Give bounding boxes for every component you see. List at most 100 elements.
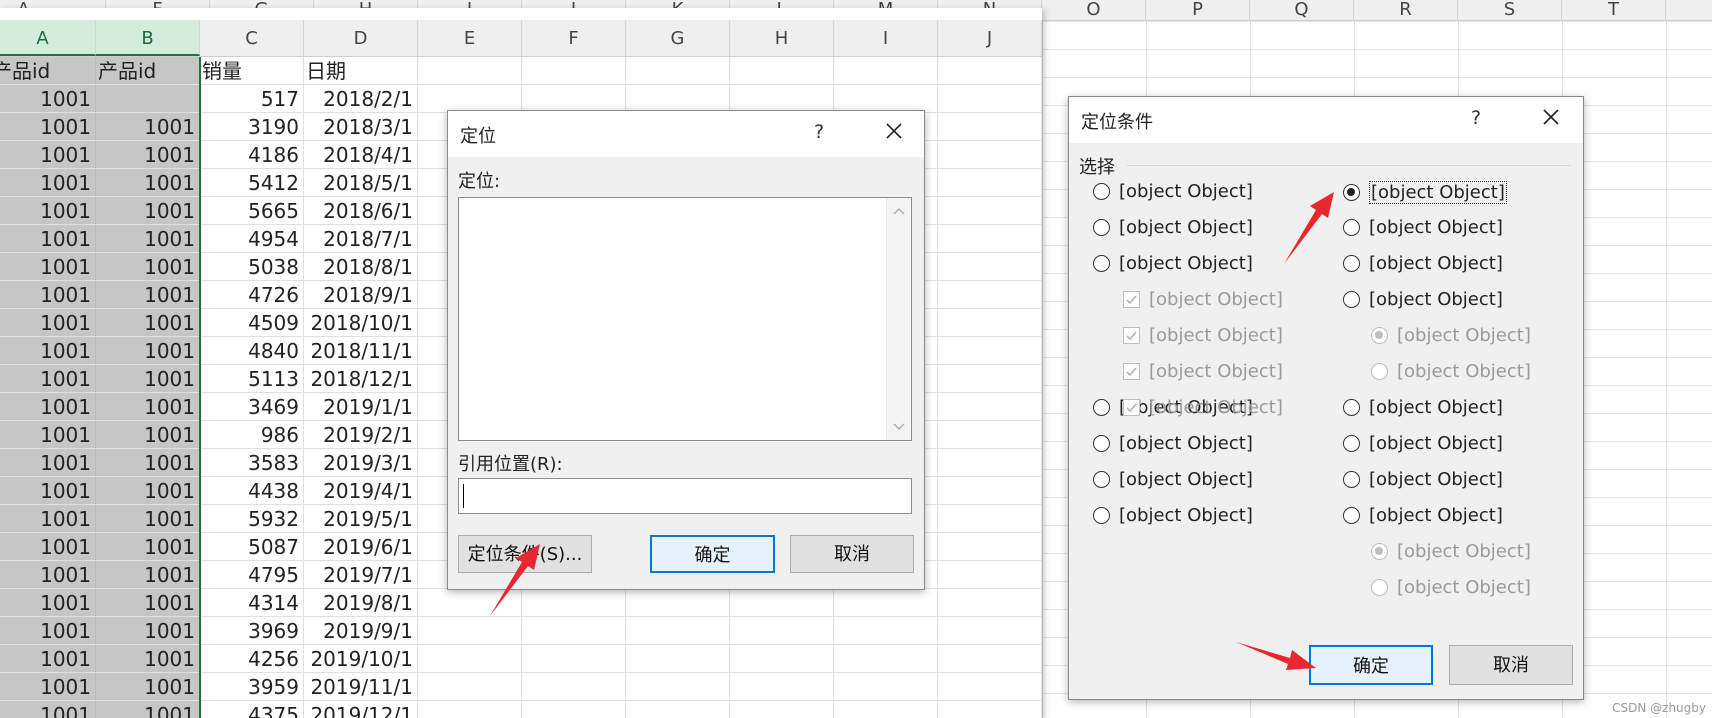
cell[interactable] xyxy=(938,533,1042,560)
cell[interactable] xyxy=(730,617,834,644)
cell[interactable] xyxy=(938,617,1042,644)
cell[interactable] xyxy=(938,85,1042,112)
close-icon[interactable] xyxy=(1537,103,1565,131)
column-header-d[interactable]: D xyxy=(304,20,418,56)
cell[interactable] xyxy=(626,589,730,616)
cell[interactable] xyxy=(938,673,1042,700)
radio-option[interactable]: [object Object] xyxy=(1343,217,1503,238)
cell-d[interactable]: 2018/3/1 xyxy=(304,113,418,140)
cell[interactable] xyxy=(938,281,1042,308)
cell-c[interactable]: 5932 xyxy=(200,505,304,532)
radio-option[interactable]: [object Object] xyxy=(1093,253,1253,274)
column-header-j[interactable]: J xyxy=(938,20,1042,56)
cell-b[interactable]: 1001 xyxy=(96,589,200,616)
cell[interactable] xyxy=(626,673,730,700)
cell-d[interactable]: 2019/10/1 xyxy=(304,645,418,672)
radio-icon[interactable] xyxy=(1093,507,1110,524)
radio-option[interactable]: [object Object] xyxy=(1093,217,1253,238)
cell[interactable] xyxy=(834,645,938,672)
column-header-o[interactable]: O xyxy=(1042,0,1146,20)
cell-d[interactable]: 2018/7/1 xyxy=(304,225,418,252)
cell[interactable] xyxy=(938,645,1042,672)
cell-a[interactable]: 1001 xyxy=(0,337,96,364)
cell-c[interactable]: 3959 xyxy=(200,673,304,700)
cell[interactable] xyxy=(626,85,730,112)
radio-option[interactable]: [object Object] xyxy=(1343,181,1507,204)
cell[interactable] xyxy=(938,505,1042,532)
cell[interactable] xyxy=(730,589,834,616)
radio-icon[interactable] xyxy=(1371,363,1388,380)
cell-d[interactable]: 2018/12/1 xyxy=(304,365,418,392)
cell[interactable] xyxy=(418,85,522,112)
radio-option[interactable]: [object Object] xyxy=(1093,433,1253,454)
cell-a[interactable]: 1001 xyxy=(0,477,96,504)
checkbox-icon[interactable] xyxy=(1123,327,1140,344)
radio-icon[interactable] xyxy=(1093,471,1110,488)
radio-icon[interactable] xyxy=(1093,255,1110,272)
cell[interactable] xyxy=(522,701,626,718)
cell-a[interactable]: 1001 xyxy=(0,393,96,420)
column-header-b[interactable]: B xyxy=(96,20,200,56)
checkbox-option[interactable]: [object Object] xyxy=(1123,361,1283,382)
cell-b[interactable]: 1001 xyxy=(96,281,200,308)
cell-c[interactable]: 4840 xyxy=(200,337,304,364)
cell-c[interactable]: 5113 xyxy=(200,365,304,392)
column-header-c[interactable]: C xyxy=(200,20,304,56)
cell-d[interactable]: 2019/4/1 xyxy=(304,477,418,504)
cell[interactable] xyxy=(418,57,522,84)
cell-c[interactable]: 4438 xyxy=(200,477,304,504)
cell-b[interactable]: 1001 xyxy=(96,113,200,140)
column-header-i[interactable]: I xyxy=(834,20,938,56)
cancel-button[interactable]: 取消 xyxy=(790,535,914,573)
cell-c[interactable]: 517 xyxy=(200,85,304,112)
cell-c[interactable]: 4509 xyxy=(200,309,304,336)
checkbox-option[interactable]: [object Object] xyxy=(1123,289,1283,310)
radio-icon[interactable] xyxy=(1343,471,1360,488)
cell-a[interactable]: 1001 xyxy=(0,85,96,112)
cell[interactable] xyxy=(730,673,834,700)
cell-b[interactable]: 1001 xyxy=(96,337,200,364)
cell[interactable] xyxy=(938,169,1042,196)
checkbox-icon[interactable] xyxy=(1123,291,1140,308)
cell-b[interactable]: 1001 xyxy=(96,561,200,588)
cell-b[interactable] xyxy=(96,85,200,112)
column-header-f[interactable]: F xyxy=(522,20,626,56)
cell-b[interactable]: 1001 xyxy=(96,673,200,700)
radio-icon[interactable] xyxy=(1343,255,1360,272)
cell-c[interactable]: 4954 xyxy=(200,225,304,252)
cell[interactable] xyxy=(938,225,1042,252)
cell-c[interactable]: 3969 xyxy=(200,617,304,644)
cell[interactable] xyxy=(626,617,730,644)
cell-a[interactable]: 1001 xyxy=(0,673,96,700)
radio-icon[interactable] xyxy=(1093,435,1110,452)
cell[interactable] xyxy=(938,113,1042,140)
column-header-g[interactable]: G xyxy=(626,20,730,56)
cell-b[interactable]: 1001 xyxy=(96,449,200,476)
cell[interactable] xyxy=(938,309,1042,336)
cell[interactable] xyxy=(418,673,522,700)
cell-b[interactable]: 1001 xyxy=(96,253,200,280)
cell-b[interactable]: 1001 xyxy=(96,393,200,420)
radio-icon[interactable] xyxy=(1343,219,1360,236)
reference-input[interactable] xyxy=(458,478,912,514)
cell-c[interactable]: 3583 xyxy=(200,449,304,476)
cell-a[interactable]: 1001 xyxy=(0,505,96,532)
cell-c[interactable]: 986 xyxy=(200,421,304,448)
radio-option[interactable]: [object Object] xyxy=(1343,505,1503,526)
cell[interactable] xyxy=(834,85,938,112)
goto-special-button[interactable]: 定位条件(S)... xyxy=(458,535,592,573)
column-header-t[interactable]: T xyxy=(1562,0,1666,20)
radio-option[interactable]: [object Object] xyxy=(1371,541,1531,562)
radio-icon[interactable] xyxy=(1343,184,1360,201)
cell-b[interactable]: 1001 xyxy=(96,617,200,644)
radio-option[interactable]: [object Object] xyxy=(1093,181,1253,202)
cell-d[interactable]: 2019/11/1 xyxy=(304,673,418,700)
radio-option[interactable]: [object Object] xyxy=(1093,505,1253,526)
checkbox-option[interactable]: [object Object] xyxy=(1123,325,1283,346)
column-header-e[interactable]: E xyxy=(418,20,522,56)
cell-c[interactable]: 4314 xyxy=(200,589,304,616)
cell-a[interactable]: 1001 xyxy=(0,225,96,252)
checkbox-option[interactable]: [object Object] xyxy=(1123,397,1283,418)
cell[interactable] xyxy=(626,57,730,84)
radio-option[interactable]: [object Object] xyxy=(1343,253,1503,274)
